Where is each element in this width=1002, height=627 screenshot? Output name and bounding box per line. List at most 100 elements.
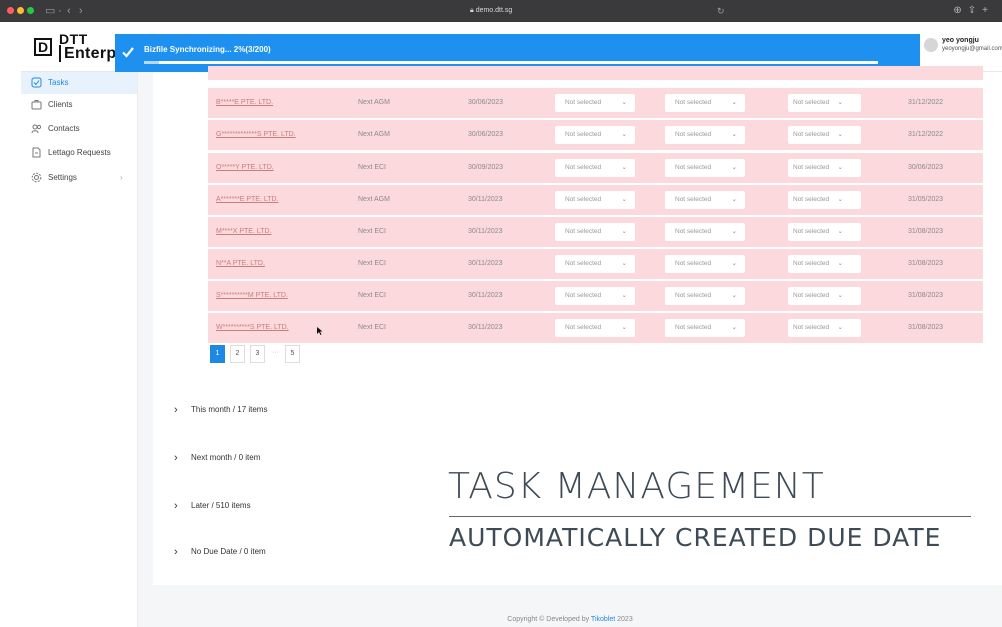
request-icon — [32, 147, 41, 158]
sidebar: Tasks Clients Contacts Lettago Requests … — [21, 72, 138, 627]
select-value: Not selected — [675, 164, 712, 171]
company-link[interactable]: S**********M PTE. LTD. — [216, 281, 288, 311]
sidebar-item-label: Lettago Requests — [48, 148, 111, 157]
overlay-divider — [449, 516, 971, 517]
status-select[interactable]: Not selected ⌄ — [555, 159, 635, 177]
chevron-down-icon: ⌄ — [621, 228, 627, 235]
forward-icon[interactable]: › — [79, 4, 83, 18]
sidebar-item-lettago-requests[interactable]: Lettago Requests — [21, 142, 137, 164]
priority-select[interactable]: Not selected ⌄ — [788, 126, 861, 144]
group-label: Later / 510 items — [191, 501, 251, 510]
chevron-down-icon[interactable]: · — [58, 4, 62, 18]
url-text: demo.dtt.sg — [475, 7, 513, 14]
assignee-select[interactable]: Not selected ⌄ — [665, 191, 745, 209]
page-button-3[interactable]: 3 — [250, 345, 265, 363]
priority-select[interactable]: Not selected ⌄ — [788, 191, 861, 209]
sidebar-item-contacts[interactable]: Contacts — [21, 118, 137, 140]
browser-titlebar: ▭ · ‹ › 🔒︎ demo.dtt.sg ↻ ⊕⇪+ — [0, 0, 1002, 22]
page-button-1[interactable]: 1 — [210, 345, 225, 363]
priority-select[interactable]: Not selected ⌄ — [788, 319, 861, 337]
company-link[interactable]: W**********S PTE. LTD. — [216, 313, 289, 343]
due-date: 30/11/2023 — [468, 196, 503, 203]
sidebar-toggle-icon[interactable]: ▭ — [45, 4, 55, 18]
chevron-down-icon: ⌄ — [837, 260, 843, 267]
zoom-window-button[interactable] — [27, 7, 34, 14]
group-label: Next month / 0 item — [191, 453, 261, 462]
status-select[interactable]: Not selected ⌄ — [555, 126, 635, 144]
chevron-down-icon: ⌄ — [621, 324, 627, 331]
priority-select[interactable]: Not selected ⌄ — [788, 223, 861, 241]
company-link[interactable]: G*************S PTE. LTD. — [216, 120, 296, 150]
footer: Copyright © Developed by Tikoblet 2023 — [138, 613, 1002, 627]
priority-select[interactable]: Not selected ⌄ — [788, 159, 861, 177]
sync-progress-fill — [144, 61, 159, 64]
sidebar-item-settings[interactable]: Settings › — [21, 167, 137, 189]
close-window-button[interactable] — [7, 7, 14, 14]
priority-select[interactable]: Not selected ⌄ — [788, 94, 861, 112]
company-link[interactable]: M****X PTE. LTD. — [216, 217, 272, 247]
settings-icon — [31, 172, 42, 183]
sync-progress-bar — [144, 61, 878, 64]
minimize-window-button[interactable] — [17, 7, 24, 14]
task-type: Next AGM — [358, 131, 390, 138]
due-date: 30/11/2023 — [468, 260, 503, 267]
select-value: Not selected — [675, 292, 712, 299]
status-select[interactable]: Not selected ⌄ — [555, 191, 635, 209]
share-icon[interactable]: ⇪ — [968, 5, 982, 16]
chevron-down-icon: ⌄ — [731, 131, 737, 138]
financial-year-end: 31/08/2023 — [908, 260, 944, 267]
chevron-down-icon: ⌄ — [837, 164, 843, 171]
company-link[interactable]: B*****E PTE. LTD. — [216, 88, 273, 118]
select-value: Not selected — [565, 324, 602, 331]
user-menu[interactable]: yeo yongju yeoyongju@gmail.com — [922, 34, 1002, 56]
sidebar-item-label: Clients — [48, 100, 73, 109]
status-select[interactable]: Not selected ⌄ — [555, 223, 635, 241]
assignee-select[interactable]: Not selected ⌄ — [665, 319, 745, 337]
page-button-2[interactable]: 2 — [230, 345, 245, 363]
status-select[interactable]: Not selected ⌄ — [555, 94, 635, 112]
table-row: M****X PTE. LTD. Next ECI 30/11/2023 Not se… — [208, 217, 983, 247]
assignee-select[interactable]: Not selected ⌄ — [665, 223, 745, 241]
page-button-5[interactable]: 5 — [285, 345, 300, 363]
priority-select[interactable]: Not selected ⌄ — [788, 255, 861, 273]
sidebar-item-label: Tasks — [48, 78, 69, 87]
assignee-select[interactable]: Not selected ⌄ — [665, 126, 745, 144]
status-select[interactable]: Not selected ⌄ — [555, 287, 635, 305]
back-icon[interactable]: ‹ — [67, 4, 71, 18]
sidebar-item-tasks[interactable]: Tasks — [21, 72, 137, 94]
task-icon — [31, 77, 42, 88]
table-row: S**********M PTE. LTD. Next ECI 30/11/2023… — [208, 281, 983, 311]
select-value: Not selected — [565, 260, 602, 267]
status-select[interactable]: Not selected ⌄ — [555, 319, 635, 337]
assignee-select[interactable]: Not selected ⌄ — [665, 287, 745, 305]
user-email: yeoyongju@gmail.com — [942, 46, 1002, 52]
reload-icon[interactable]: ↻ — [717, 4, 725, 18]
new-tab-icon[interactable]: + — [982, 5, 994, 16]
table-row: O*****Y PTE. LTD. Next ECI 30/09/2023 Not s… — [208, 153, 983, 183]
select-value: Not selected — [793, 99, 830, 106]
priority-select[interactable]: Not selected ⌄ — [788, 287, 861, 305]
select-value: Not selected — [565, 292, 602, 299]
select-value: Not selected — [675, 324, 712, 331]
chevron-down-icon: ⌄ — [731, 260, 737, 267]
task-type: Next ECI — [358, 228, 387, 235]
company-link[interactable]: O*****Y PTE. LTD. — [216, 153, 274, 183]
chevron-down-icon: ⌄ — [621, 260, 627, 267]
status-select[interactable]: Not selected ⌄ — [555, 255, 635, 273]
company-link[interactable]: A*******E PTE. LTD. — [216, 185, 279, 215]
chevron-down-icon: ⌄ — [731, 324, 737, 331]
download-icon[interactable]: ⊕ — [953, 5, 967, 16]
assignee-select[interactable]: Not selected ⌄ — [665, 255, 745, 273]
task-panel: B*****E PTE. LTD. Next AGM 30/06/2023 Not s… — [153, 66, 1002, 585]
table-row: G*************S PTE. LTD. Next AGM 30/06/2… — [208, 120, 983, 150]
assignee-select[interactable]: Not selected ⌄ — [665, 159, 745, 177]
company-link[interactable]: N**A PTE. LTD. — [216, 249, 265, 279]
due-date: 30/11/2023 — [468, 228, 503, 235]
footer-brand-link[interactable]: Tikoblet — [591, 616, 615, 623]
due-date: 30/11/2023 — [468, 324, 503, 331]
assignee-select[interactable]: Not selected ⌄ — [665, 94, 745, 112]
financial-year-end: 31/08/2023 — [908, 228, 944, 235]
sidebar-item-clients[interactable]: Clients — [21, 94, 137, 116]
chevron-down-icon: ⌄ — [837, 324, 843, 331]
address-bar[interactable]: 🔒︎ demo.dtt.sg — [470, 4, 512, 18]
